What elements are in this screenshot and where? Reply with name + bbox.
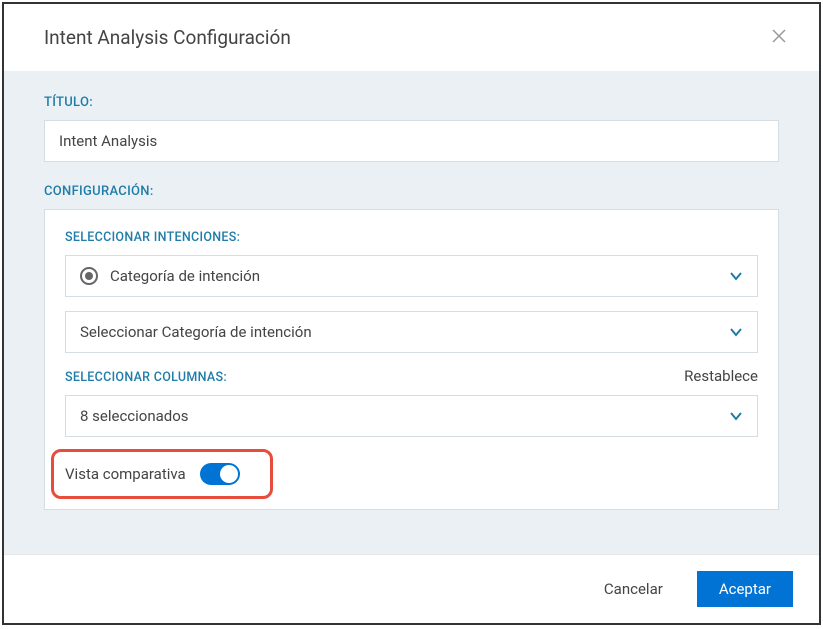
dropdown-left: Seleccionar Categoría de intención xyxy=(80,323,312,341)
modal-body: TÍTULO: CONFIGURACIÓN: SELECCIONAR INTEN… xyxy=(4,71,819,554)
select-category-dropdown[interactable]: Seleccionar Categoría de intención xyxy=(65,311,758,353)
modal-footer: Cancelar Aceptar xyxy=(4,554,819,623)
reset-button[interactable]: Restablece xyxy=(684,367,758,385)
compare-view-label: Vista comparativa xyxy=(65,465,186,483)
dropdown-text: Categoría de intención xyxy=(110,267,260,285)
radio-icon xyxy=(80,267,98,285)
config-section-label: CONFIGURACIÓN: xyxy=(44,184,779,199)
chevron-down-icon xyxy=(729,325,743,339)
dropdown-text: Seleccionar Categoría de intención xyxy=(80,323,312,341)
dropdown-text: 8 seleccionados xyxy=(80,407,189,425)
title-section-label: TÍTULO: xyxy=(44,95,779,110)
dropdown-left: Categoría de intención xyxy=(80,267,260,285)
intentions-label: SELECCIONAR INTENCIONES: xyxy=(65,230,758,245)
chevron-down-icon xyxy=(729,269,743,283)
modal-title: Intent Analysis Configuración xyxy=(44,26,291,49)
close-button[interactable] xyxy=(767,24,791,51)
cancel-button[interactable]: Cancelar xyxy=(586,571,681,607)
columns-label: SELECCIONAR COLUMNAS: xyxy=(65,370,227,385)
columns-label-row: SELECCIONAR COLUMNAS: Restablece xyxy=(65,367,758,385)
columns-dropdown[interactable]: 8 seleccionados xyxy=(65,395,758,437)
chevron-down-icon xyxy=(729,409,743,423)
title-input[interactable] xyxy=(44,120,779,162)
compare-view-row: Vista comparativa xyxy=(65,457,758,491)
intention-category-dropdown[interactable]: Categoría de intención xyxy=(65,255,758,297)
accept-button[interactable]: Aceptar xyxy=(697,571,793,607)
compare-view-toggle[interactable] xyxy=(200,463,240,485)
modal-header: Intent Analysis Configuración xyxy=(4,4,819,71)
config-modal: Intent Analysis Configuración TÍTULO: CO… xyxy=(2,2,821,625)
columns-section: SELECCIONAR COLUMNAS: Restablece 8 selec… xyxy=(65,367,758,437)
config-panel: SELECCIONAR INTENCIONES: Categoría de in… xyxy=(44,209,779,510)
close-icon xyxy=(771,28,787,47)
dropdown-left: 8 seleccionados xyxy=(80,407,189,425)
